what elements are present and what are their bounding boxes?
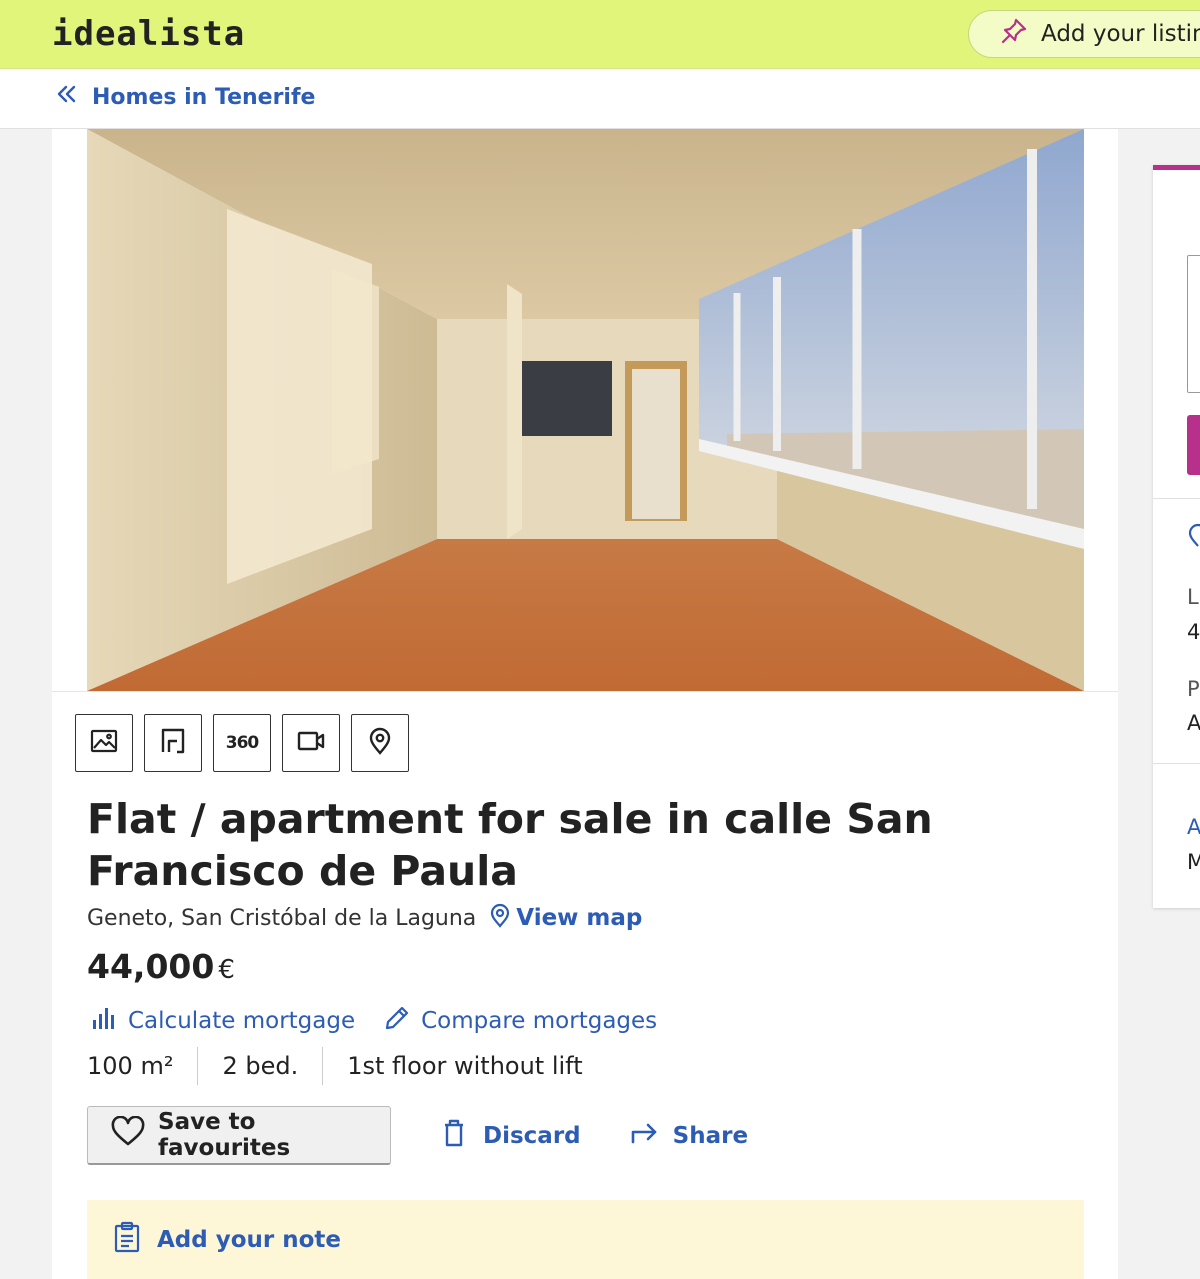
view-map-label: View map <box>516 905 643 931</box>
add-listing-button[interactable]: Add your listin <box>968 10 1200 58</box>
idealista-logo[interactable]: idealista <box>52 14 245 54</box>
feature-bedrooms: 2 bed. <box>197 1047 322 1085</box>
location-pin-icon <box>488 902 512 934</box>
add-note-box[interactable]: Add your note <box>87 1200 1084 1279</box>
discard-label: Discard <box>483 1122 581 1149</box>
heart-icon <box>110 1115 146 1154</box>
pushpin-icon <box>999 16 1029 52</box>
map-pin-icon <box>365 726 395 760</box>
feature-floor: 1st floor without lift <box>322 1047 606 1085</box>
save-label: Save to favourites <box>158 1109 291 1161</box>
compare-mortgages-link[interactable]: Compare mortgages <box>383 1004 657 1038</box>
video-button[interactable] <box>282 714 340 772</box>
bar-chart-icon <box>90 1004 118 1038</box>
price-currency: € <box>218 955 235 985</box>
room-photo-illustration <box>87 129 1084 691</box>
sidebar-line1-value: 4 <box>1187 620 1200 644</box>
listing-card: 360 Flat / apartment for sale in calle S… <box>52 129 1118 1279</box>
add-note-label: Add your note <box>157 1226 342 1253</box>
compare-mortgages-label: Compare mortgages <box>421 1008 658 1034</box>
360-view-button[interactable]: 360 <box>213 714 271 772</box>
360-icon: 360 <box>225 733 259 753</box>
save-to-favourites-button[interactable]: Save to favourites <box>87 1106 391 1165</box>
listing-location-row: Geneto, San Cristóbal de la Laguna View … <box>87 902 642 934</box>
sidebar-location-icon <box>1188 523 1200 547</box>
calculate-mortgage-link[interactable]: Calculate mortgage <box>90 1004 355 1038</box>
photos-button[interactable] <box>75 714 133 772</box>
photos-icon <box>89 726 119 760</box>
sidebar-divider-2 <box>1153 763 1200 764</box>
breadcrumb-label: Homes in Tenerife <box>92 84 316 110</box>
breadcrumb-back-link[interactable]: Homes in Tenerife <box>56 83 315 111</box>
sidebar-line2-label: P <box>1187 677 1200 701</box>
sidebar-line1-label: L <box>1187 585 1199 609</box>
breadcrumb-bar: Homes in Tenerife <box>0 69 1200 129</box>
share-label: Share <box>672 1122 749 1149</box>
floor-plan-button[interactable] <box>144 714 202 772</box>
share-button[interactable]: Share <box>629 1118 748 1154</box>
clipboard-icon <box>113 1221 141 1259</box>
mortgage-links: Calculate mortgage Compare mortgages <box>90 1004 657 1038</box>
sidebar-line3-value: M <box>1187 850 1200 874</box>
listing-main-photo[interactable] <box>87 129 1084 691</box>
media-buttons: 360 <box>75 714 409 772</box>
feature-area: 100 m² <box>87 1052 174 1080</box>
pencil-icon <box>383 1004 411 1038</box>
discard-button[interactable]: Discard <box>439 1118 581 1154</box>
floor-plan-icon <box>158 726 188 760</box>
photo-divider <box>52 691 1118 692</box>
sidebar-divider <box>1153 498 1200 499</box>
share-arrow-icon <box>629 1118 659 1154</box>
video-icon <box>296 726 326 760</box>
sidebar-line2-value: A <box>1187 711 1200 735</box>
listing-price: 44,000 € <box>87 947 235 986</box>
trash-icon <box>439 1118 469 1154</box>
add-listing-label: Add your listin <box>1041 21 1200 47</box>
view-map-link[interactable]: View map <box>488 902 642 934</box>
sidebar-line3-label[interactable]: A <box>1187 815 1200 839</box>
listing-features: 100 m² 2 bed. 1st floor without lift <box>87 1047 607 1085</box>
contact-message-field[interactable] <box>1187 255 1200 393</box>
contact-sidebar: L 4 P A A M <box>1153 165 1200 908</box>
listing-title: Flat / apartment for sale in calle San F… <box>87 795 933 895</box>
calculate-mortgage-label: Calculate mortgage <box>128 1008 356 1034</box>
contact-submit-button[interactable] <box>1187 415 1200 475</box>
price-amount: 44,000 <box>87 947 215 986</box>
top-header: idealista Add your listin <box>0 0 1200 69</box>
listing-actions: Save to favourites Discard Share <box>87 1106 748 1165</box>
map-button[interactable] <box>351 714 409 772</box>
double-chevron-left-icon <box>56 83 78 111</box>
listing-location: Geneto, San Cristóbal de la Laguna <box>87 905 477 931</box>
